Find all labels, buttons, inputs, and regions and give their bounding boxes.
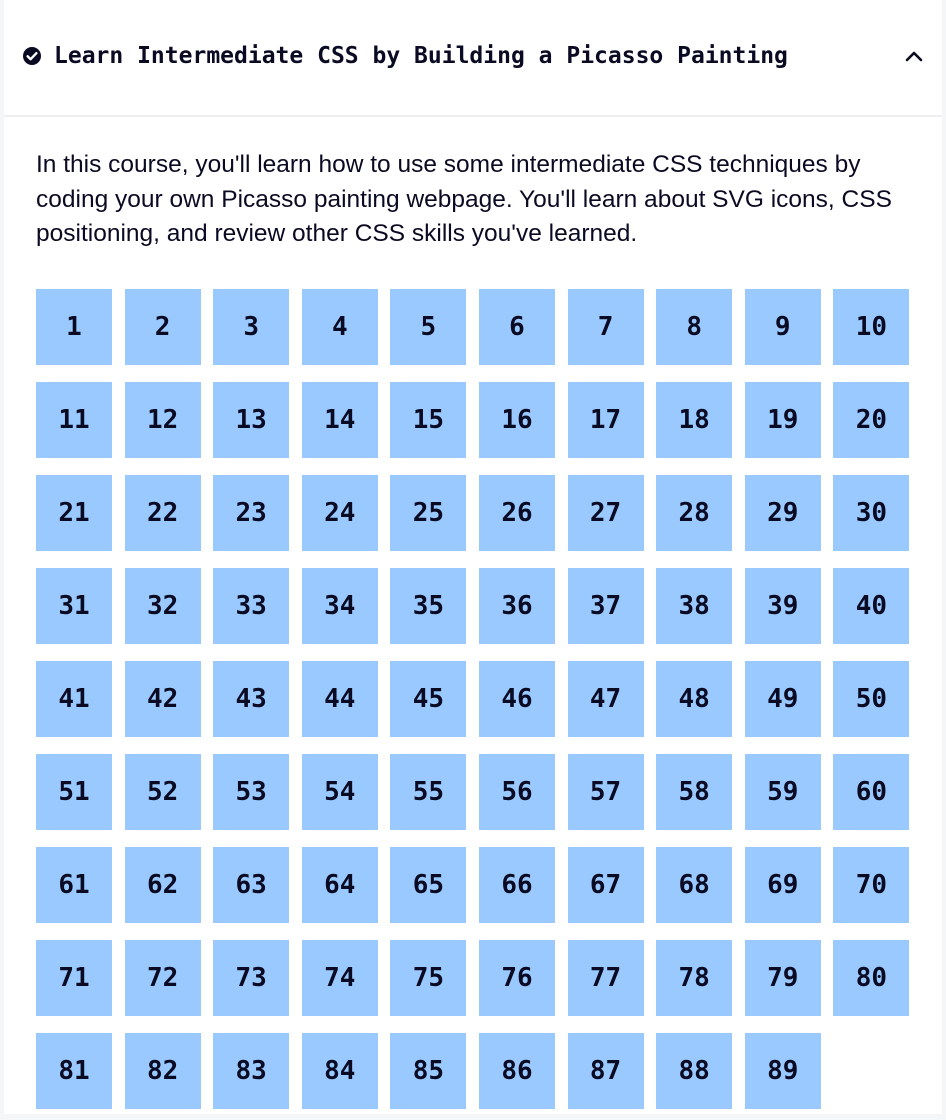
- step-button[interactable]: 43: [213, 661, 290, 737]
- step-button[interactable]: 89: [744, 1033, 821, 1109]
- step-button[interactable]: 6: [478, 289, 555, 365]
- step-button[interactable]: 8: [656, 289, 733, 365]
- step-button[interactable]: 40: [833, 568, 910, 644]
- step-button[interactable]: 74: [301, 940, 378, 1016]
- step-button[interactable]: 28: [656, 475, 733, 551]
- step-button[interactable]: 37: [567, 568, 644, 644]
- step-button[interactable]: 61: [36, 847, 112, 923]
- step-grid: 1 2 3 4 5 6 7 8 9 10 11 12 13 14 15 16 17 18 19 20 21 22 23 24 2…: [36, 289, 916, 1109]
- chevron-up-icon[interactable]: [904, 49, 924, 63]
- step-button[interactable]: 53: [213, 754, 290, 830]
- step-button[interactable]: 58: [656, 754, 733, 830]
- step-button[interactable]: 62: [124, 847, 201, 923]
- step-button[interactable]: 70: [833, 847, 910, 923]
- step-button[interactable]: 16: [478, 382, 555, 458]
- step-button[interactable]: 85: [390, 1033, 467, 1109]
- step-button[interactable]: 75: [390, 940, 467, 1016]
- step-button[interactable]: 45: [390, 661, 467, 737]
- step-button[interactable]: 27: [567, 475, 644, 551]
- step-button[interactable]: 23: [213, 475, 290, 551]
- step-button[interactable]: 34: [301, 568, 378, 644]
- step-button[interactable]: 29: [744, 475, 821, 551]
- step-button[interactable]: 39: [744, 568, 821, 644]
- step-button[interactable]: 36: [478, 568, 555, 644]
- step-button[interactable]: 3: [213, 289, 290, 365]
- step-button[interactable]: 73: [213, 940, 290, 1016]
- step-button[interactable]: 82: [124, 1033, 201, 1109]
- step-button[interactable]: 10: [833, 289, 910, 365]
- step-button[interactable]: 68: [656, 847, 733, 923]
- step-button[interactable]: 4: [301, 289, 378, 365]
- step-button[interactable]: 50: [833, 661, 910, 737]
- step-button[interactable]: 78: [656, 940, 733, 1016]
- step-button[interactable]: 21: [36, 475, 112, 551]
- step-button[interactable]: 55: [390, 754, 467, 830]
- step-button[interactable]: 15: [390, 382, 467, 458]
- step-button[interactable]: 86: [478, 1033, 555, 1109]
- step-button[interactable]: 67: [567, 847, 644, 923]
- step-button[interactable]: 80: [833, 940, 910, 1016]
- challenge-block-card: Learn Intermediate CSS by Building a Pic…: [4, 0, 942, 1114]
- step-button[interactable]: 12: [124, 382, 201, 458]
- step-button[interactable]: 42: [124, 661, 201, 737]
- step-button[interactable]: 7: [567, 289, 644, 365]
- step-button[interactable]: 1: [36, 289, 112, 365]
- step-button[interactable]: 54: [301, 754, 378, 830]
- step-button[interactable]: 66: [478, 847, 555, 923]
- step-button[interactable]: 76: [478, 940, 555, 1016]
- step-button[interactable]: 13: [213, 382, 290, 458]
- step-button[interactable]: 19: [744, 382, 821, 458]
- step-button[interactable]: 33: [213, 568, 290, 644]
- step-button[interactable]: 18: [656, 382, 733, 458]
- step-button[interactable]: 9: [744, 289, 821, 365]
- step-button[interactable]: 87: [567, 1033, 644, 1109]
- step-button[interactable]: 47: [567, 661, 644, 737]
- step-button[interactable]: 59: [744, 754, 821, 830]
- step-button[interactable]: 14: [301, 382, 378, 458]
- step-button[interactable]: 52: [124, 754, 201, 830]
- step-button[interactable]: 56: [478, 754, 555, 830]
- step-button[interactable]: 49: [744, 661, 821, 737]
- step-button[interactable]: 72: [124, 940, 201, 1016]
- step-button[interactable]: 88: [656, 1033, 733, 1109]
- step-button[interactable]: 44: [301, 661, 378, 737]
- step-button[interactable]: 38: [656, 568, 733, 644]
- step-button[interactable]: 81: [36, 1033, 112, 1109]
- step-button[interactable]: 31: [36, 568, 112, 644]
- step-button[interactable]: 65: [390, 847, 467, 923]
- step-button[interactable]: 69: [744, 847, 821, 923]
- block-title: Learn Intermediate CSS by Building a Pic…: [54, 43, 788, 69]
- step-button[interactable]: 63: [213, 847, 290, 923]
- step-button[interactable]: 79: [744, 940, 821, 1016]
- step-button[interactable]: 20: [833, 382, 910, 458]
- block-header-toggle[interactable]: Learn Intermediate CSS by Building a Pic…: [4, 0, 942, 117]
- step-button[interactable]: 11: [36, 382, 112, 458]
- step-button[interactable]: 5: [390, 289, 467, 365]
- check-circle-icon: [23, 47, 41, 65]
- step-button[interactable]: 83: [213, 1033, 290, 1109]
- step-button[interactable]: 77: [567, 940, 644, 1016]
- step-button[interactable]: 22: [124, 475, 201, 551]
- step-button[interactable]: 2: [124, 289, 201, 365]
- step-button[interactable]: 46: [478, 661, 555, 737]
- step-button[interactable]: 26: [478, 475, 555, 551]
- step-button[interactable]: 57: [567, 754, 644, 830]
- step-button[interactable]: 71: [36, 940, 112, 1016]
- step-button[interactable]: 32: [124, 568, 201, 644]
- step-button[interactable]: 48: [656, 661, 733, 737]
- step-button[interactable]: 17: [567, 382, 644, 458]
- step-button[interactable]: 64: [301, 847, 378, 923]
- step-button[interactable]: 60: [833, 754, 910, 830]
- step-button[interactable]: 51: [36, 754, 112, 830]
- step-button[interactable]: 25: [390, 475, 467, 551]
- step-button[interactable]: 41: [36, 661, 112, 737]
- step-button[interactable]: 24: [301, 475, 378, 551]
- step-button[interactable]: 35: [390, 568, 467, 644]
- block-intro-text: In this course, you'll learn how to use …: [36, 151, 892, 247]
- step-button[interactable]: 84: [301, 1033, 378, 1109]
- step-button[interactable]: 30: [833, 475, 910, 551]
